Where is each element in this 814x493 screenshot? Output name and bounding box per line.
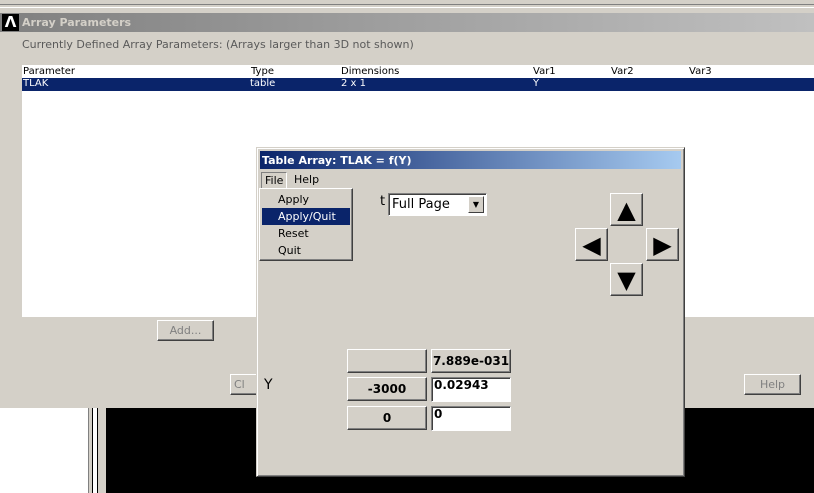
column-header-var3: Var3	[689, 66, 712, 77]
table-array-titlebar[interactable]: Table Array: TLAK = f(Y)	[260, 151, 681, 169]
chevron-down-icon[interactable]: ▼	[468, 196, 484, 213]
arrow-right-icon[interactable]: ▶	[646, 228, 679, 261]
column-header-var2: Var2	[611, 66, 634, 77]
menu-help[interactable]: Help	[291, 172, 322, 188]
column-header-type: Type	[251, 66, 274, 77]
menu-item-reset[interactable]: Reset	[262, 225, 350, 242]
cell-parameter: TLAK	[23, 78, 49, 89]
menu-bar: File Help	[260, 171, 681, 190]
close-button[interactable]: Cl	[230, 374, 258, 395]
row-index-cell[interactable]: -3000	[347, 377, 427, 401]
column-header-parameter: Parameter	[23, 66, 76, 77]
add-button[interactable]: Add...	[157, 320, 214, 341]
arrow-left-icon[interactable]: ◀	[575, 228, 608, 261]
page-size-value: Full Page	[392, 197, 450, 212]
help-button[interactable]: Help	[744, 374, 801, 395]
value-input-cell[interactable]: 0.02943	[431, 377, 511, 402]
cell-var1: Y	[533, 78, 540, 89]
cell-type: table	[250, 78, 276, 89]
page-size-select[interactable]: Full Page ▼	[388, 193, 487, 216]
arrow-up-icon[interactable]: ▲	[610, 193, 643, 226]
table-row[interactable]: TLAK table 2 x 1 Y	[22, 78, 814, 91]
ansys-logo-icon: Λ	[2, 14, 19, 31]
row-index-cell[interactable]: 0	[347, 406, 427, 430]
menu-item-quit[interactable]: Quit	[262, 242, 350, 259]
background-window-strip	[0, 0, 814, 14]
header-cell-value[interactable]: 7.889e-031	[431, 349, 511, 373]
dialog-title: Table Array: TLAK = f(Y)	[262, 154, 412, 167]
corner-cell	[347, 349, 427, 373]
hidden-label-fragment: t	[380, 194, 386, 209]
variable-label-y: Y	[264, 377, 273, 393]
array-list-caption: Currently Defined Array Parameters: (Arr…	[22, 38, 414, 51]
file-menu-dropdown: Apply Apply/Quit Reset Quit	[259, 188, 353, 261]
menu-item-apply[interactable]: Apply	[262, 191, 350, 208]
arrow-down-icon[interactable]: ▼	[610, 263, 643, 296]
column-header-var1: Var1	[533, 66, 556, 77]
viewport-frame	[92, 408, 98, 493]
column-header-dimensions: Dimensions	[341, 66, 400, 77]
menu-item-apply-quit[interactable]: Apply/Quit	[262, 208, 350, 225]
cell-dimensions: 2 x 1	[341, 78, 366, 89]
value-input-cell[interactable]: 0	[431, 406, 511, 431]
window-title: Array Parameters	[22, 16, 132, 29]
array-parameters-titlebar[interactable]: Λ Array Parameters	[0, 13, 814, 32]
